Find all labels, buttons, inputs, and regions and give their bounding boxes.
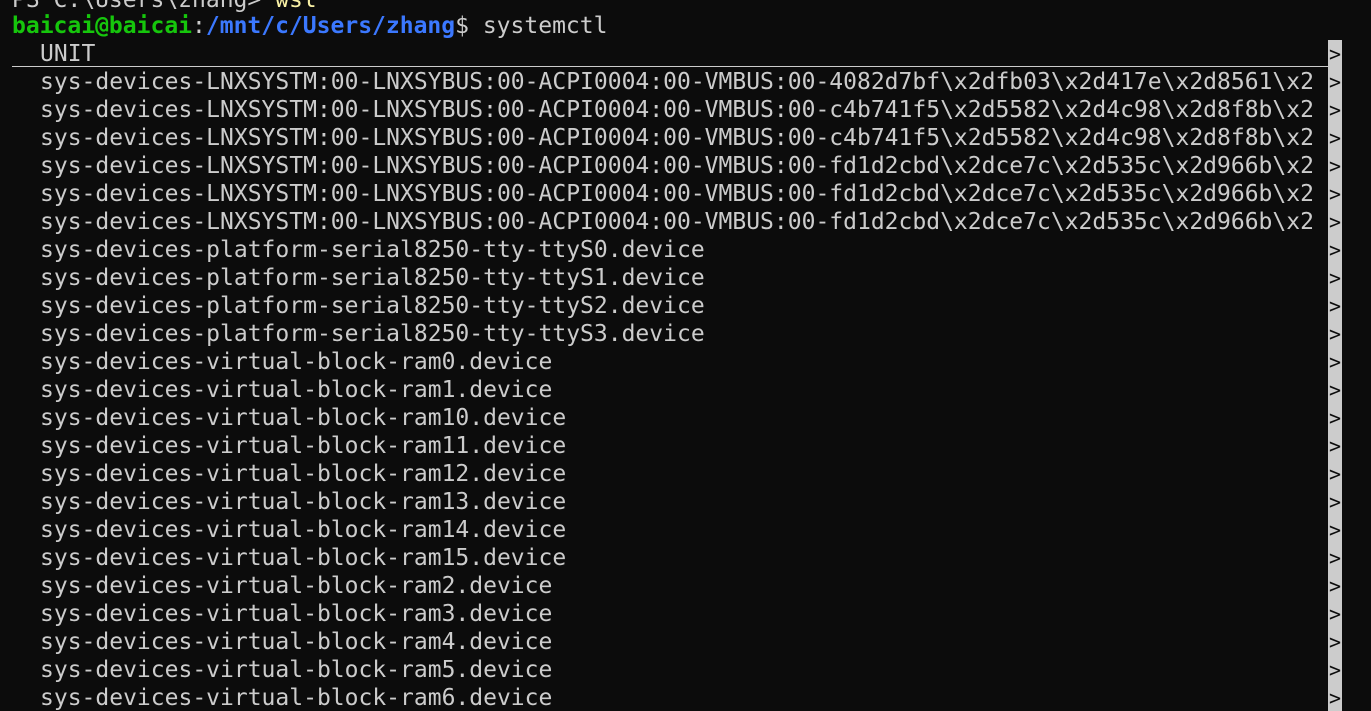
unit-row: sys-devices-LNXSYSTM:00-LNXSYBUS:00-ACPI… [12, 208, 1328, 236]
row-truncation-marker: > [1328, 546, 1342, 570]
row-truncation-marker: > [1328, 210, 1342, 234]
row-truncation-marker: > [1328, 406, 1342, 430]
unit-column-header: UNIT [12, 40, 1328, 67]
unit-name: sys-devices-virtual-block-ram1.device [40, 377, 553, 403]
unit-row: sys-devices-virtual-block-ram12.device [12, 460, 1328, 488]
unit-row: sys-devices-platform-serial8250-tty-ttyS… [12, 320, 1328, 348]
row-truncation-marker: > [1328, 686, 1342, 710]
unit-name: sys-devices-virtual-block-ram10.device [40, 405, 567, 431]
unit-row: sys-devices-virtual-block-ram6.device [12, 684, 1328, 711]
unit-name: sys-devices-virtual-block-ram14.device [40, 517, 567, 543]
header-truncation-marker: > [1328, 42, 1342, 66]
unit-row: sys-devices-LNXSYSTM:00-LNXSYBUS:00-ACPI… [12, 152, 1328, 180]
unit-row: sys-devices-virtual-block-ram2.device [12, 572, 1328, 600]
unit-row: sys-devices-virtual-block-ram0.device [12, 348, 1328, 376]
unit-name: sys-devices-virtual-block-ram11.device [40, 433, 567, 459]
unit-name: sys-devices-virtual-block-ram6.device [40, 685, 553, 711]
row-truncation-marker: > [1328, 182, 1342, 206]
unit-name: sys-devices-LNXSYSTM:00-LNXSYBUS:00-ACPI… [40, 209, 1314, 235]
row-truncation-marker: > [1328, 126, 1342, 150]
unit-name: sys-devices-virtual-block-ram0.device [40, 349, 553, 375]
row-truncation-marker: > [1328, 378, 1342, 402]
row-truncation-marker: > [1328, 98, 1342, 122]
unit-name: sys-devices-LNXSYSTM:00-LNXSYBUS:00-ACPI… [40, 125, 1314, 151]
row-truncation-marker: > [1328, 434, 1342, 458]
row-truncation-marker: > [1328, 630, 1342, 654]
unit-name: sys-devices-virtual-block-ram5.device [40, 657, 553, 683]
unit-row: sys-devices-virtual-block-ram3.device [12, 600, 1328, 628]
unit-row: sys-devices-virtual-block-ram5.device [12, 656, 1328, 684]
row-truncation-marker: > [1328, 322, 1342, 346]
unit-name: sys-devices-LNXSYSTM:00-LNXSYBUS:00-ACPI… [40, 97, 1314, 123]
row-truncation-marker: > [1328, 154, 1342, 178]
terminal-window[interactable]: PS C:\Users\zhang> wsl baicai@baicai:/mn… [0, 0, 1371, 711]
unit-name: sys-devices-virtual-block-ram12.device [40, 461, 567, 487]
unit-name: sys-devices-virtual-block-ram13.device [40, 489, 567, 515]
prompt-separator: : [192, 13, 206, 39]
unit-row: sys-devices-LNXSYSTM:00-LNXSYBUS:00-ACPI… [12, 96, 1328, 124]
row-truncation-marker: > [1328, 490, 1342, 514]
unit-row: sys-devices-virtual-block-ram15.device [12, 544, 1328, 572]
unit-name: sys-devices-platform-serial8250-tty-ttyS… [40, 237, 705, 263]
unit-name: sys-devices-platform-serial8250-tty-ttyS… [40, 293, 705, 319]
prompt-path: /mnt/c/Users/zhang [205, 13, 456, 39]
unit-name: sys-devices-LNXSYSTM:00-LNXSYBUS:00-ACPI… [40, 69, 1314, 95]
row-truncation-marker: > [1328, 238, 1342, 262]
unit-row: sys-devices-LNXSYSTM:00-LNXSYBUS:00-ACPI… [12, 180, 1328, 208]
unit-row: sys-devices-LNXSYSTM:00-LNXSYBUS:00-ACPI… [12, 68, 1328, 96]
unit-row: sys-devices-platform-serial8250-tty-ttyS… [12, 236, 1328, 264]
shell-prompt-line: baicai@baicai:/mnt/c/Users/zhang$ system… [12, 12, 607, 40]
unit-name: sys-devices-platform-serial8250-tty-ttyS… [40, 265, 705, 291]
unit-name: sys-devices-virtual-block-ram3.device [40, 601, 553, 627]
row-truncation-marker: > [1328, 574, 1342, 598]
row-truncation-marker: > [1328, 70, 1342, 94]
unit-row: sys-devices-virtual-block-ram11.device [12, 432, 1328, 460]
unit-row: sys-devices-platform-serial8250-tty-ttyS… [12, 292, 1328, 320]
unit-name: sys-devices-platform-serial8250-tty-ttyS… [40, 321, 705, 347]
unit-row: sys-devices-virtual-block-ram10.device [12, 404, 1328, 432]
unit-header-label: UNIT [40, 41, 96, 67]
entered-command: systemctl [482, 13, 608, 39]
row-truncation-marker: > [1328, 518, 1342, 542]
unit-row: sys-devices-virtual-block-ram4.device [12, 628, 1328, 656]
unit-name: sys-devices-virtual-block-ram4.device [40, 629, 553, 655]
row-truncation-marker: > [1328, 658, 1342, 682]
prompt-symbol: $ [455, 13, 483, 39]
unit-row: sys-devices-virtual-block-ram13.device [12, 488, 1328, 516]
unit-row: sys-devices-virtual-block-ram1.device [12, 376, 1328, 404]
row-truncation-marker: > [1328, 294, 1342, 318]
unit-row: sys-devices-platform-serial8250-tty-ttyS… [12, 264, 1328, 292]
unit-name: sys-devices-LNXSYSTM:00-LNXSYBUS:00-ACPI… [40, 153, 1314, 179]
unit-row: sys-devices-virtual-block-ram14.device [12, 516, 1328, 544]
unit-row: sys-devices-LNXSYSTM:00-LNXSYBUS:00-ACPI… [12, 124, 1328, 152]
row-truncation-marker: > [1328, 462, 1342, 486]
unit-name: sys-devices-virtual-block-ram2.device [40, 573, 553, 599]
unit-name: sys-devices-virtual-block-ram15.device [40, 545, 567, 571]
row-truncation-marker: > [1328, 350, 1342, 374]
row-truncation-marker: > [1328, 602, 1342, 626]
unit-name: sys-devices-LNXSYSTM:00-LNXSYBUS:00-ACPI… [40, 181, 1314, 207]
prompt-user-host: baicai@baicai [12, 13, 193, 39]
row-truncation-marker: > [1328, 266, 1342, 290]
